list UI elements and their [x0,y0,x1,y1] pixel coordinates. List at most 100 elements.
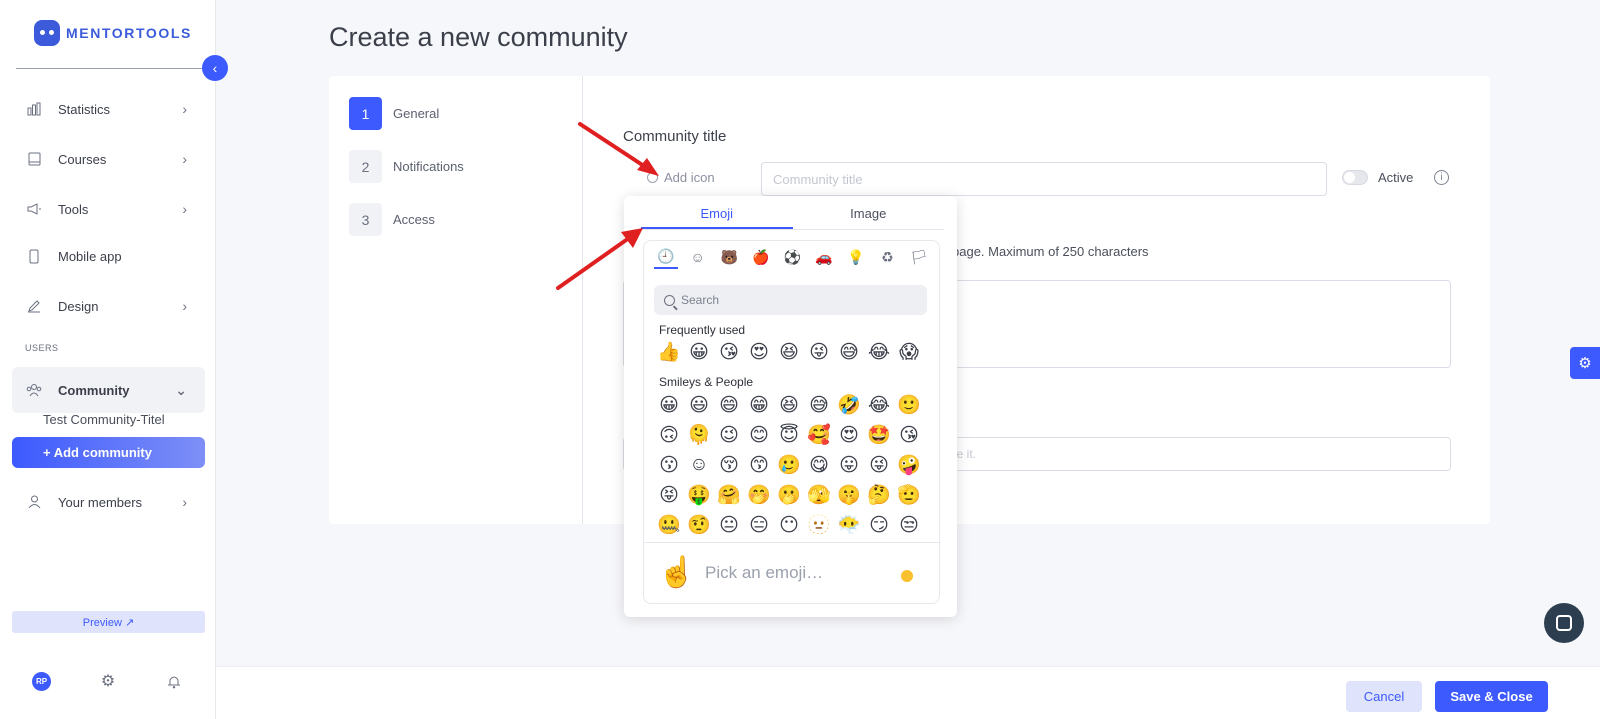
emoji-option[interactable]: 🤑 [684,480,714,510]
community-title-input[interactable] [761,162,1327,196]
step-access[interactable]: 3 Access [349,203,435,236]
emoji-search-input[interactable] [681,293,911,307]
add-community-button[interactable]: + Add community [12,437,205,468]
emoji-option[interactable]: 😱 [894,337,924,367]
bell-icon[interactable] [165,672,183,690]
skin-tone-selector[interactable] [901,570,913,582]
objects-category-icon[interactable]: 💡 [844,245,868,269]
emoji-option[interactable]: 🙃 [654,420,684,450]
animals-category-icon[interactable]: 🐻 [717,245,741,269]
emoji-option[interactable]: 😒 [894,510,924,540]
emoji-option[interactable]: 😙 [744,450,774,480]
settings-gear-icon[interactable]: ⚙ [99,672,117,690]
emoji-option[interactable]: 🫣 [804,480,834,510]
community-title-label: Community title [623,128,727,145]
step-number: 1 [349,97,382,130]
emoji-option[interactable]: 😋 [804,450,834,480]
emoji-option[interactable]: 😜 [804,337,834,367]
emoji-option[interactable]: 🤭 [744,480,774,510]
active-toggle[interactable] [1342,170,1368,185]
step-notifications[interactable]: 2 Notifications [349,150,464,183]
emoji-option[interactable]: 😉 [714,420,744,450]
emoji-search[interactable] [654,285,927,315]
emoji-option[interactable]: 😀 [654,390,684,420]
emoji-option[interactable]: 😁 [744,390,774,420]
smileys-category-icon[interactable]: ☺ [686,245,710,269]
flags-category-icon[interactable]: 🏳 [907,245,931,269]
emoji-option[interactable]: 🤣 [834,390,864,420]
settings-tab-button[interactable]: ⚙ [1570,347,1600,379]
emoji-option[interactable]: 😆 [774,390,804,420]
emoji-option[interactable]: 😐 [714,510,744,540]
brand-logo[interactable]: MENTORTOOLS [34,20,192,46]
sidebar-item-community[interactable]: Community ⌄ [12,367,205,413]
sidebar-item-courses[interactable]: Courses › [12,139,205,179]
sidebar-item-design[interactable]: Design › [12,286,205,326]
food-category-icon[interactable]: 🍎 [749,245,773,269]
add-icon-button[interactable]: Add icon [647,170,715,185]
emoji-option[interactable]: 🤗 [714,480,744,510]
step-number: 3 [349,203,382,236]
emoji-option[interactable]: 🫡 [894,480,924,510]
emoji-option[interactable]: 😝 [654,480,684,510]
emoji-option[interactable]: 😶 [774,510,804,540]
sidebar-item-mobile-app[interactable]: Mobile app [12,236,205,276]
emoji-option[interactable]: 😗 [654,450,684,480]
sidebar-item-statistics[interactable]: Statistics › [12,89,205,129]
emoji-option[interactable]: 😍 [834,420,864,450]
emoji-option[interactable]: 😍 [744,337,774,367]
sidebar-subitem-test-community[interactable]: Test Community-Titel [43,412,165,427]
avatar[interactable]: RP [32,672,51,691]
emoji-option[interactable]: 😂 [864,337,894,367]
emoji-option[interactable]: 🤨 [684,510,714,540]
collapse-sidebar-button[interactable]: ‹ [202,55,228,81]
symbols-category-icon[interactable]: ♻ [875,245,899,269]
preview-button[interactable]: Preview ↗ [12,611,205,633]
info-icon[interactable]: i [1434,170,1449,185]
emoji-option[interactable]: 😀 [684,337,714,367]
travel-category-icon[interactable]: 🚗 [812,245,836,269]
emoji-option[interactable]: 🤫 [834,480,864,510]
emoji-option[interactable]: 😅 [804,390,834,420]
tab-image[interactable]: Image [793,206,945,229]
emoji-row: 🤐 🤨 😐 😑 😶 🫥 😶‍🌫️ 😏 😒 [654,510,924,540]
chat-support-button[interactable] [1544,603,1584,643]
emoji-option[interactable]: 🥰 [804,420,834,450]
emoji-option[interactable]: 🙂 [894,390,924,420]
save-close-button[interactable]: Save & Close [1435,681,1548,712]
sidebar-item-your-members[interactable]: Your members › [12,482,205,522]
emoji-option[interactable]: 🤩 [864,420,894,450]
emoji-option[interactable]: 😘 [894,420,924,450]
emoji-option[interactable]: 😛 [834,450,864,480]
emoji-option[interactable]: 🤐 [654,510,684,540]
emoji-option[interactable]: 😃 [684,390,714,420]
emoji-option[interactable]: 😄 [714,390,744,420]
cancel-button[interactable]: Cancel [1346,681,1422,712]
emoji-option[interactable]: 😆 [774,337,804,367]
tab-emoji[interactable]: Emoji [641,206,793,229]
emoji-option[interactable]: ☺ [684,450,714,480]
sidebar-item-tools[interactable]: Tools › [12,189,205,229]
emoji-option[interactable]: 🥲 [774,450,804,480]
emoji-option[interactable]: 😅 [834,337,864,367]
emoji-option[interactable]: 😜 [864,450,894,480]
search-icon [664,294,675,306]
step-general[interactable]: 1 General [349,97,439,130]
activity-category-icon[interactable]: ⚽ [781,245,805,269]
emoji-option[interactable]: 😑 [744,510,774,540]
emoji-option[interactable]: 😂 [864,390,894,420]
emoji-option[interactable]: 🤪 [894,450,924,480]
sidebar-item-label: Design [58,298,99,314]
emoji-option[interactable]: 😶‍🌫️ [834,510,864,540]
emoji-option[interactable]: 🤔 [864,480,894,510]
emoji-option[interactable]: 😘 [714,337,744,367]
emoji-option[interactable]: 🫥 [804,510,834,540]
emoji-option[interactable]: 😇 [774,420,804,450]
recent-category-icon[interactable]: 🕘 [654,245,678,269]
emoji-option[interactable]: 👍 [654,337,684,367]
emoji-option[interactable]: 😊 [744,420,774,450]
emoji-option[interactable]: 😚 [714,450,744,480]
emoji-option[interactable]: 😏 [864,510,894,540]
emoji-option[interactable]: 🫢 [774,480,804,510]
emoji-option[interactable]: 🫠 [684,420,714,450]
